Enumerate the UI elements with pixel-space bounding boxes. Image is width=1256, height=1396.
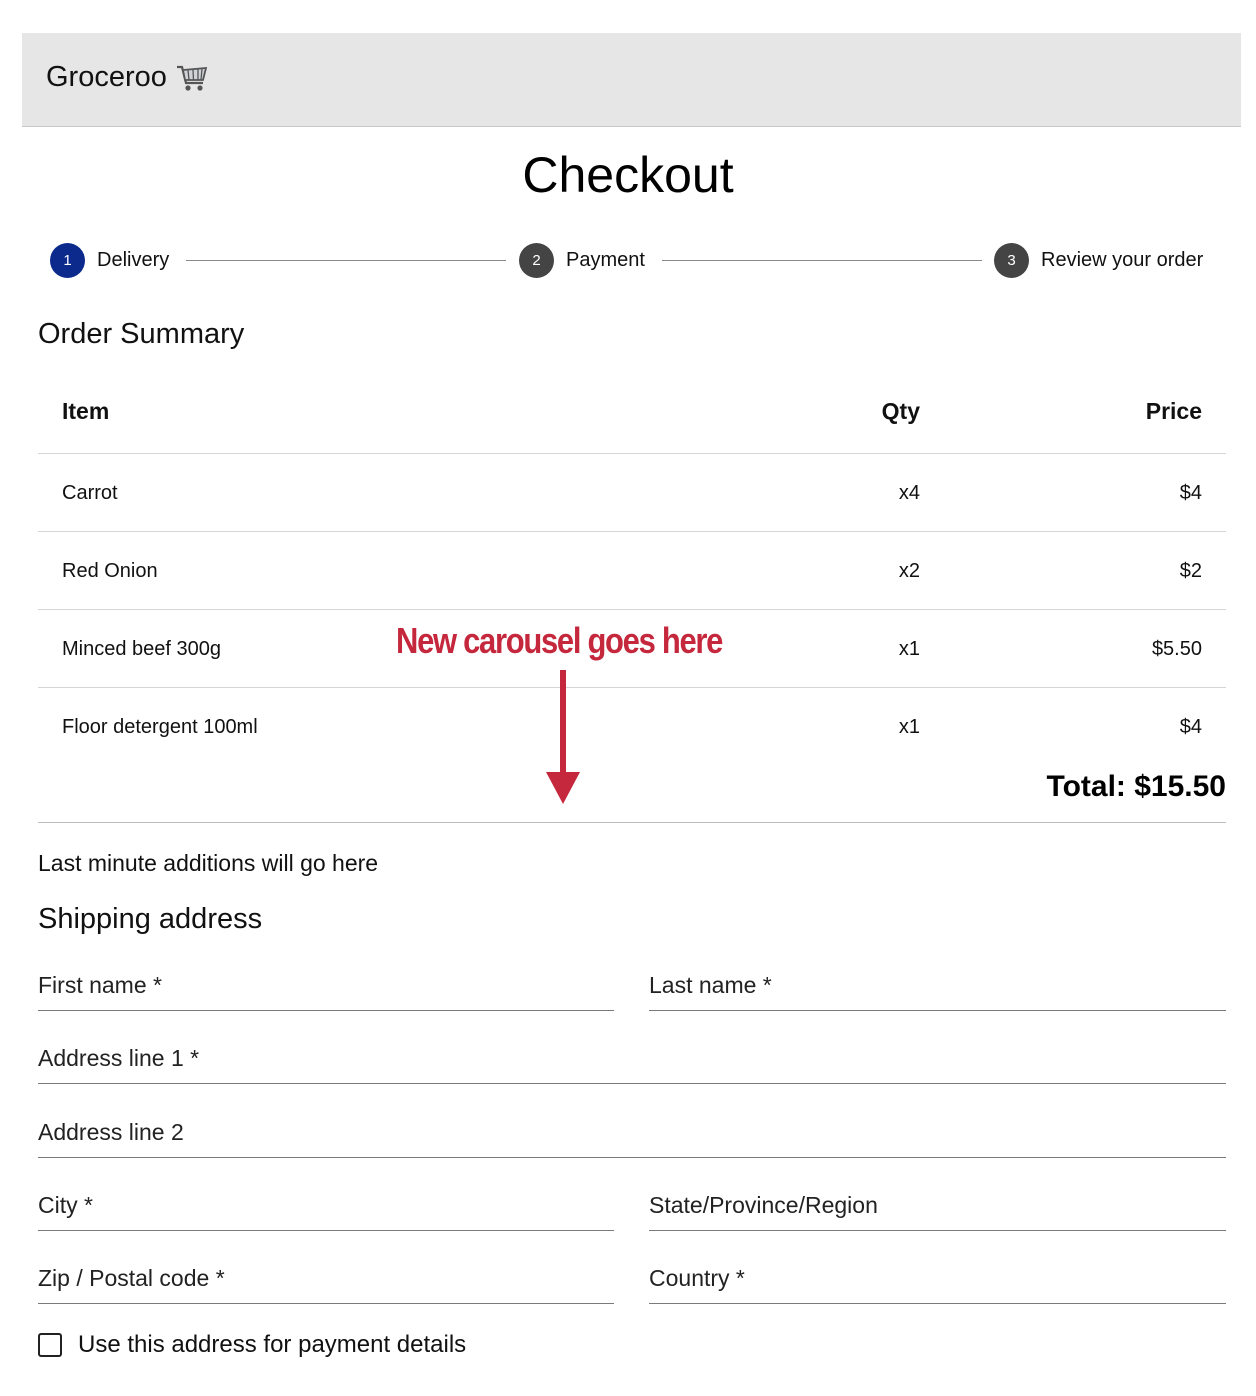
use-address-label[interactable]: Use this address for payment details (78, 1331, 466, 1359)
brand-logo[interactable]: Groceroo (46, 61, 209, 94)
step-review[interactable]: 3 Review your order (994, 242, 1203, 278)
step-label: Payment (566, 248, 645, 271)
step-connector (186, 260, 506, 261)
address-line-2-field[interactable]: Address line 2 (38, 1109, 1226, 1158)
use-address-checkbox[interactable] (38, 1333, 62, 1357)
item-price: $4 (1179, 482, 1202, 504)
step-number: 3 (994, 242, 1029, 278)
step-label: Review your order (1041, 248, 1204, 271)
column-header-item: Item (62, 398, 110, 424)
item-qty: x1 (898, 716, 920, 738)
shipping-address-title: Shipping address (38, 903, 263, 935)
last-minute-additions-placeholder: Last minute additions will go here (38, 850, 379, 876)
city-field[interactable]: City * (38, 1182, 614, 1231)
first-name-field[interactable]: First name * (38, 962, 614, 1011)
country-field[interactable]: Country * (649, 1255, 1226, 1304)
step-number: 1 (50, 242, 85, 278)
table-row: Red Onion x2 $2 (38, 532, 1226, 610)
state-field[interactable]: State/Province/Region (649, 1182, 1226, 1231)
table-header: Item Qty Price (38, 380, 1226, 454)
last-name-field[interactable]: Last name * (649, 962, 1226, 1011)
order-summary-table: Item Qty Price Carrot x4 $4 Red Onion x2… (38, 380, 1226, 765)
item-name: Red Onion (62, 560, 158, 582)
brand-name: Groceroo (46, 61, 167, 93)
item-price: $2 (1179, 560, 1202, 582)
column-header-price: Price (1145, 398, 1202, 424)
order-summary-title: Order Summary (38, 318, 245, 350)
table-row: Floor detergent 100ml x1 $4 (38, 688, 1226, 765)
step-number: 2 (519, 242, 554, 278)
country-input[interactable] (649, 1255, 1226, 1303)
item-price: $5.50 (1151, 638, 1202, 660)
item-name: Floor detergent 100ml (62, 716, 258, 738)
top-bar: Groceroo (22, 33, 1241, 127)
order-total: Total: $15.50 (1046, 770, 1226, 803)
address-line-2-input[interactable] (38, 1109, 1226, 1157)
item-price: $4 (1179, 716, 1202, 738)
item-name: Minced beef 300g (62, 638, 222, 660)
address-line-1-input[interactable] (38, 1035, 1226, 1083)
step-payment[interactable]: 2 Payment (519, 242, 645, 278)
shopping-cart-icon (175, 62, 209, 94)
page-title: Checkout (522, 147, 734, 203)
item-qty: x2 (898, 560, 920, 582)
city-input[interactable] (38, 1182, 614, 1230)
first-name-input[interactable] (38, 962, 614, 1010)
column-header-qty: Qty (881, 398, 920, 424)
state-input[interactable] (649, 1182, 1226, 1230)
carousel-annotation: New carousel goes here (396, 620, 723, 661)
checkout-stepper: 1 Delivery 2 Payment 3 Review your order (50, 242, 1215, 278)
divider (38, 822, 1226, 823)
address-line-1-field[interactable]: Address line 1 * (38, 1035, 1226, 1084)
use-address-for-payment[interactable]: Use this address for payment details (38, 1331, 466, 1359)
table-row: Carrot x4 $4 (38, 454, 1226, 532)
arrow-down-icon (544, 670, 582, 806)
item-name: Carrot (62, 482, 118, 504)
zip-input[interactable] (38, 1255, 614, 1303)
zip-field[interactable]: Zip / Postal code * (38, 1255, 614, 1304)
item-qty: x4 (898, 482, 920, 504)
last-name-input[interactable] (649, 962, 1226, 1010)
item-qty: x1 (898, 638, 920, 660)
step-label: Delivery (97, 248, 170, 271)
step-delivery[interactable]: 1 Delivery (50, 242, 169, 278)
step-connector (662, 260, 982, 261)
